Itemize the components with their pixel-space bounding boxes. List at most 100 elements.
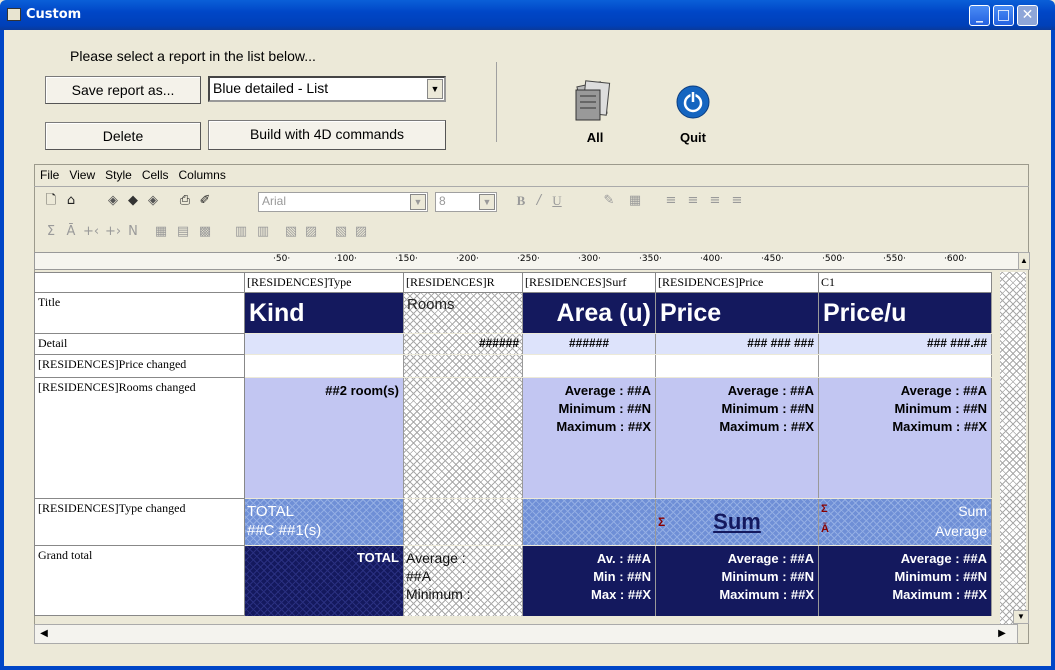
avg-text: Average : ##A (727, 383, 814, 398)
title-cell[interactable]: Kind (245, 293, 404, 333)
all-button[interactable]: All (566, 76, 624, 146)
justify-icon[interactable]: ≡ (728, 193, 746, 209)
save-report-button[interactable]: Save report as... (45, 76, 201, 104)
align-left-icon[interactable]: ≡ (662, 193, 680, 209)
grand-total-cell[interactable]: Average : ##A Minimum : ##N Maximum : ##X (656, 546, 819, 616)
menu-cells[interactable]: Cells (142, 168, 169, 182)
rooms-break-cell[interactable]: Average : ##A Minimum : ##N Maximum : ##X (523, 378, 656, 498)
detail-cell[interactable]: ### ### ### (656, 334, 819, 354)
align-center-icon[interactable]: ≡ (684, 193, 702, 209)
type-break-cell[interactable] (523, 499, 656, 545)
rooms-break-cell[interactable]: Average : ##A Minimum : ##N Maximum : ##X (656, 378, 819, 498)
title-cell[interactable]: Price/u (819, 293, 992, 333)
break-cell[interactable] (656, 355, 819, 377)
break-cell[interactable] (819, 355, 992, 377)
grand-total-cell[interactable]: Average : ##A Minimum : (404, 546, 523, 616)
chevron-down-icon[interactable]: ▼ (427, 79, 443, 99)
preview-icon[interactable]: ⎙ (176, 193, 194, 209)
delete-col-icon[interactable]: ▥ (254, 224, 272, 240)
header-pattern-icon[interactable]: ▧ (282, 224, 300, 240)
title-cell[interactable]: Price (656, 293, 819, 333)
chevron-down-icon[interactable]: ▼ (410, 194, 426, 210)
row-label[interactable]: Title (34, 292, 245, 334)
row-label[interactable]: [RESIDENCES]Type changed (34, 498, 245, 546)
pattern-icon[interactable]: ▩ (196, 224, 214, 240)
align-right-icon[interactable]: ≡ (706, 193, 724, 209)
scroll-up-button[interactable]: ▲ (1018, 252, 1030, 270)
delete-button[interactable]: Delete (45, 122, 201, 150)
pen-color-icon[interactable]: ✎ (600, 193, 618, 209)
sum-icon[interactable]: Σ (42, 224, 60, 240)
row-label[interactable]: [RESIDENCES]Rooms changed (34, 377, 245, 499)
all-label: All (586, 130, 604, 145)
print-icon[interactable]: ✐ (196, 193, 214, 209)
count-icon[interactable]: N (124, 224, 142, 240)
menu-style[interactable]: Style (105, 168, 132, 182)
menu-file[interactable]: File (40, 168, 59, 182)
maximize-button[interactable]: □ (993, 5, 1014, 26)
checker2-icon[interactable]: ▨ (352, 224, 370, 240)
scroll-right-button[interactable]: ▶ (994, 626, 1010, 642)
type-break-cell[interactable]: TOTAL ##C ##1(s) (245, 499, 404, 545)
redo-icon[interactable]: ◈ (144, 193, 162, 209)
rooms-break-cell[interactable] (404, 378, 523, 498)
break-cell[interactable] (404, 355, 523, 377)
ruler-tick-label: ·50· (273, 254, 291, 264)
average-icon[interactable]: Ā (62, 224, 80, 240)
insert-col-icon[interactable]: ▥ (232, 224, 250, 240)
type-break-cell[interactable]: Σ Sum (656, 499, 819, 545)
type-break-cell[interactable] (404, 499, 523, 545)
row-label[interactable]: Grand total (34, 545, 245, 616)
title-cell[interactable]: Area (u) (523, 293, 656, 333)
font-select[interactable]: Arial ▼ (258, 192, 428, 212)
scrollbar-track-v[interactable] (1000, 272, 1026, 624)
grand-total-cell[interactable]: Av. : ##A Min : ##N Max : ##X (523, 546, 656, 616)
column-header[interactable]: C1 (818, 272, 992, 293)
type-break-cell[interactable]: Σ Ā Sum Average (819, 499, 992, 545)
title-cell[interactable]: Rooms (404, 293, 523, 333)
size-select[interactable]: 8 ▼ (435, 192, 497, 212)
scroll-down-button[interactable]: ▼ (1013, 610, 1029, 624)
rooms-break-cell[interactable]: ##2 room(s) (245, 378, 404, 498)
max-icon[interactable]: +› (104, 224, 122, 240)
column-header[interactable]: [RESIDENCES]Surf (522, 272, 656, 293)
undo-icon[interactable]: ◈ (104, 193, 122, 209)
minimize-button[interactable]: _ (969, 5, 990, 26)
underline-icon[interactable]: U (548, 193, 566, 209)
fill-pattern-icon[interactable]: ▦ (626, 193, 644, 209)
detail-cell[interactable] (245, 334, 404, 354)
new-icon[interactable]: 🗋 (42, 193, 60, 209)
quit-button[interactable]: Quit (664, 82, 722, 148)
menu-columns[interactable]: Columns (179, 168, 226, 182)
break-cell[interactable] (245, 355, 404, 377)
column-header[interactable]: [RESIDENCES]Type (244, 272, 404, 293)
break-cell[interactable] (523, 355, 656, 377)
rooms-break-cell[interactable]: Average : ##A Minimum : ##N Maximum : ##X (819, 378, 992, 498)
min-icon[interactable]: +‹ (82, 224, 100, 240)
close-button[interactable]: ✕ (1017, 5, 1038, 26)
grand-total-cell[interactable]: Average : ##A Minimum : ##N Maximum : ##X (819, 546, 992, 616)
header-fill-icon[interactable]: ▧ (332, 224, 350, 240)
grand-total-cell[interactable]: TOTAL (245, 546, 404, 616)
column-header[interactable]: [RESIDENCES]R (403, 272, 523, 293)
title-bar[interactable]: Custom _ □ ✕ (0, 0, 1055, 30)
menu-view[interactable]: View (69, 168, 95, 182)
column-header[interactable]: [RESIDENCES]Price (655, 272, 819, 293)
detail-cell[interactable]: ###### (404, 334, 523, 354)
checker-icon[interactable]: ▨ (302, 224, 320, 240)
italic-icon[interactable]: / (530, 193, 548, 209)
bold-icon[interactable]: B (512, 193, 530, 209)
scroll-left-button[interactable]: ◀ (36, 626, 52, 642)
detail-cell[interactable]: ### ###.## (819, 334, 992, 354)
scrollbar-h[interactable] (34, 624, 1018, 644)
grid-icon[interactable]: ▦ (152, 224, 170, 240)
build-4d-button[interactable]: Build with 4D commands (208, 120, 446, 150)
report-select[interactable]: Blue detailed - List ▼ (208, 76, 446, 102)
row-label[interactable]: Detail (34, 333, 245, 355)
detail-cell[interactable]: ###### (523, 334, 656, 354)
row-label[interactable]: [RESIDENCES]Price changed (34, 354, 245, 378)
rows-icon[interactable]: ▤ (174, 224, 192, 240)
open-icon[interactable]: ⌂ (62, 193, 80, 209)
chevron-down-icon[interactable]: ▼ (479, 194, 495, 210)
save-disk-icon[interactable]: ◆ (124, 193, 142, 209)
